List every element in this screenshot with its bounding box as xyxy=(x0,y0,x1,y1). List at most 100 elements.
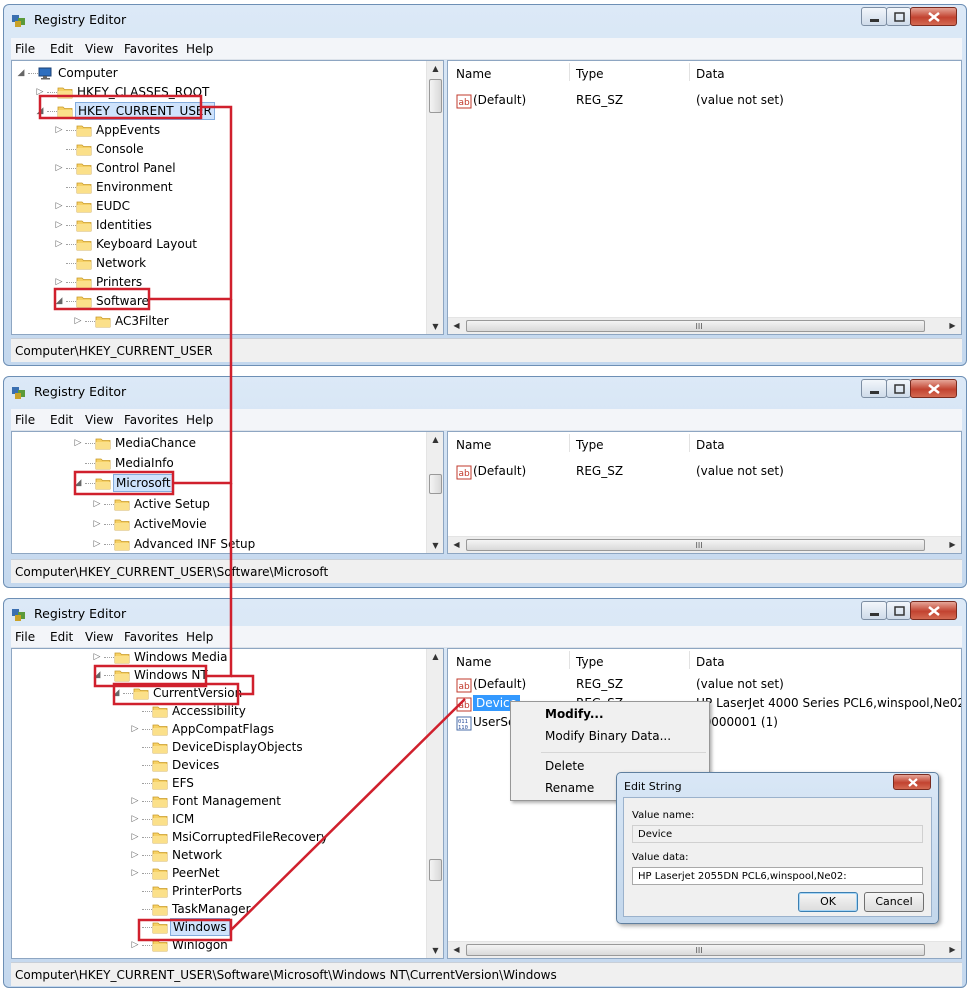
scrollbar-thumb[interactable] xyxy=(429,79,442,113)
tree-pane[interactable]: ▷ MediaChance MediaInfo ◢ Microsoft ▷ Active S… xyxy=(11,431,444,554)
tree-node-label[interactable]: TaskManager xyxy=(170,902,253,916)
menu-favorites[interactable]: Favorites xyxy=(124,42,178,56)
menu-file[interactable]: File xyxy=(15,630,35,644)
expand-icon[interactable]: ▷ xyxy=(73,316,83,326)
scroll-up-icon[interactable]: ▲ xyxy=(427,64,443,73)
expand-icon[interactable]: ▷ xyxy=(54,125,64,135)
menu-edit[interactable]: Edit xyxy=(50,630,73,644)
expand-icon[interactable]: ▷ xyxy=(130,868,140,878)
scrollbar-thumb[interactable]: III xyxy=(466,539,925,551)
tree-node-label[interactable]: AppCompatFlags xyxy=(170,722,276,736)
scroll-up-icon[interactable]: ▲ xyxy=(427,435,443,444)
expand-icon[interactable]: ▷ xyxy=(130,814,140,824)
tree-node-label[interactable]: Accessibility xyxy=(170,704,248,718)
tree-node-label[interactable]: DeviceDisplayObjects xyxy=(170,740,305,754)
title-bar[interactable]: Registry Editor xyxy=(4,599,966,629)
title-bar[interactable]: Registry Editor xyxy=(4,5,966,35)
tree-node-label[interactable]: MediaChance xyxy=(113,436,198,450)
menu-help[interactable]: Help xyxy=(186,42,213,56)
collapse-icon[interactable]: ◢ xyxy=(73,478,83,488)
menu-favorites[interactable]: Favorites xyxy=(124,413,178,427)
collapse-icon[interactable]: ◢ xyxy=(16,68,26,78)
tree-vertical-scrollbar[interactable]: ▲ ▼ xyxy=(426,61,443,334)
values-pane[interactable]: Name Type Data ab (Default) REG_SZ (value not … xyxy=(447,431,962,554)
menu-item-rename[interactable]: Rename xyxy=(545,781,594,795)
scroll-right-icon[interactable]: ▶ xyxy=(944,321,961,330)
tree-node-label[interactable]: Printers xyxy=(94,275,144,289)
title-bar[interactable]: Registry Editor xyxy=(4,377,966,407)
tree-node-label[interactable]: Environment xyxy=(94,180,175,194)
minimize-button[interactable] xyxy=(861,7,887,26)
maximize-button[interactable] xyxy=(886,601,911,620)
tree-node-label[interactable]: ICM xyxy=(170,812,196,826)
scroll-down-icon[interactable]: ▼ xyxy=(427,946,443,955)
expand-icon[interactable]: ▷ xyxy=(130,850,140,860)
ok-button[interactable]: OK xyxy=(798,892,858,912)
tree-node-label[interactable]: Identities xyxy=(94,218,154,232)
tree-pane[interactable]: ◢ Computer ▷ HKEY_CLASSES_ROOT ◢ HKEY_CURRENT… xyxy=(11,60,444,335)
collapse-icon[interactable]: ◢ xyxy=(92,670,102,680)
menu-view[interactable]: View xyxy=(85,630,113,644)
column-header-type[interactable]: Type xyxy=(576,655,604,669)
tree-node-label[interactable]: HKEY_CURRENT_USER xyxy=(75,102,215,120)
tree-vertical-scrollbar[interactable]: ▲ ▼ xyxy=(426,432,443,553)
close-button[interactable] xyxy=(910,601,957,620)
scroll-down-icon[interactable]: ▼ xyxy=(427,322,443,331)
expand-icon[interactable]: ▷ xyxy=(73,438,83,448)
tree-node-label[interactable]: Software xyxy=(94,294,151,308)
menu-help[interactable]: Help xyxy=(186,413,213,427)
menu-edit[interactable]: Edit xyxy=(50,413,73,427)
expand-icon[interactable]: ▷ xyxy=(54,277,64,287)
menu-help[interactable]: Help xyxy=(186,630,213,644)
value-data-input[interactable]: HP Laserjet 2055DN PCL6,winspool,Ne02: xyxy=(632,867,923,885)
scroll-right-icon[interactable]: ▶ xyxy=(944,540,961,549)
scroll-left-icon[interactable]: ◀ xyxy=(448,540,465,549)
value-name[interactable]: (Default) xyxy=(473,93,526,107)
tree-node-label[interactable]: HKEY_CLASSES_ROOT xyxy=(75,85,211,99)
tree-node-label[interactable]: Windows Media xyxy=(132,650,229,664)
tree-pane[interactable]: ▷ Windows Media ◢ Windows NT ◢ CurrentVersion… xyxy=(11,648,444,959)
value-name[interactable]: (Default) xyxy=(473,464,526,478)
tree-node-label[interactable]: AC3Filter xyxy=(113,314,171,328)
close-button[interactable] xyxy=(910,379,957,398)
values-pane[interactable]: Name Type Data ab (Default) REG_SZ (value not … xyxy=(447,60,962,335)
scroll-left-icon[interactable]: ◀ xyxy=(448,945,465,954)
tree-node-label[interactable]: Font Management xyxy=(170,794,283,808)
tree-node-label[interactable]: Windows xyxy=(170,918,230,936)
expand-icon[interactable]: ▷ xyxy=(54,163,64,173)
scroll-left-icon[interactable]: ◀ xyxy=(448,321,465,330)
collapse-icon[interactable]: ◢ xyxy=(111,688,121,698)
tree-node-label[interactable]: Microsoft xyxy=(113,474,174,492)
maximize-button[interactable] xyxy=(886,379,911,398)
menu-item-delete[interactable]: Delete xyxy=(545,759,584,773)
tree-node-label[interactable]: Control Panel xyxy=(94,161,178,175)
column-header-type[interactable]: Type xyxy=(576,438,604,452)
column-header-type[interactable]: Type xyxy=(576,67,604,81)
expand-icon[interactable]: ▷ xyxy=(130,724,140,734)
scrollbar-thumb[interactable] xyxy=(429,474,442,494)
tree-node-label[interactable]: Network xyxy=(170,848,224,862)
minimize-button[interactable] xyxy=(861,601,887,620)
scrollbar-thumb[interactable] xyxy=(429,859,442,881)
expand-icon[interactable]: ▷ xyxy=(92,652,102,662)
minimize-button[interactable] xyxy=(861,379,887,398)
scrollbar-thumb[interactable]: III xyxy=(466,944,925,956)
value-name[interactable]: (Default) xyxy=(473,677,526,691)
menu-edit[interactable]: Edit xyxy=(50,42,73,56)
tree-node-label[interactable]: Windows NT xyxy=(132,668,210,682)
menu-item-modify-binary[interactable]: Modify Binary Data... xyxy=(545,729,671,743)
tree-node-label[interactable]: MediaInfo xyxy=(113,456,176,470)
expand-icon[interactable]: ▷ xyxy=(35,87,45,97)
tree-node-label[interactable]: EUDC xyxy=(94,199,132,213)
cancel-button[interactable]: Cancel xyxy=(864,892,924,912)
tree-node-label[interactable]: PrinterPorts xyxy=(170,884,244,898)
column-header-name[interactable]: Name xyxy=(456,67,491,81)
column-header-name[interactable]: Name xyxy=(456,438,491,452)
expand-icon[interactable]: ▷ xyxy=(54,220,64,230)
tree-node-label[interactable]: Computer xyxy=(56,66,120,80)
tree-node-label[interactable]: MsiCorruptedFileRecovery xyxy=(170,830,330,844)
values-horizontal-scrollbar[interactable]: ◀ III ▶ xyxy=(448,536,961,553)
collapse-icon[interactable]: ◢ xyxy=(35,106,45,116)
expand-icon[interactable]: ▷ xyxy=(54,239,64,249)
values-horizontal-scrollbar[interactable]: ◀ III ▶ xyxy=(448,317,961,334)
